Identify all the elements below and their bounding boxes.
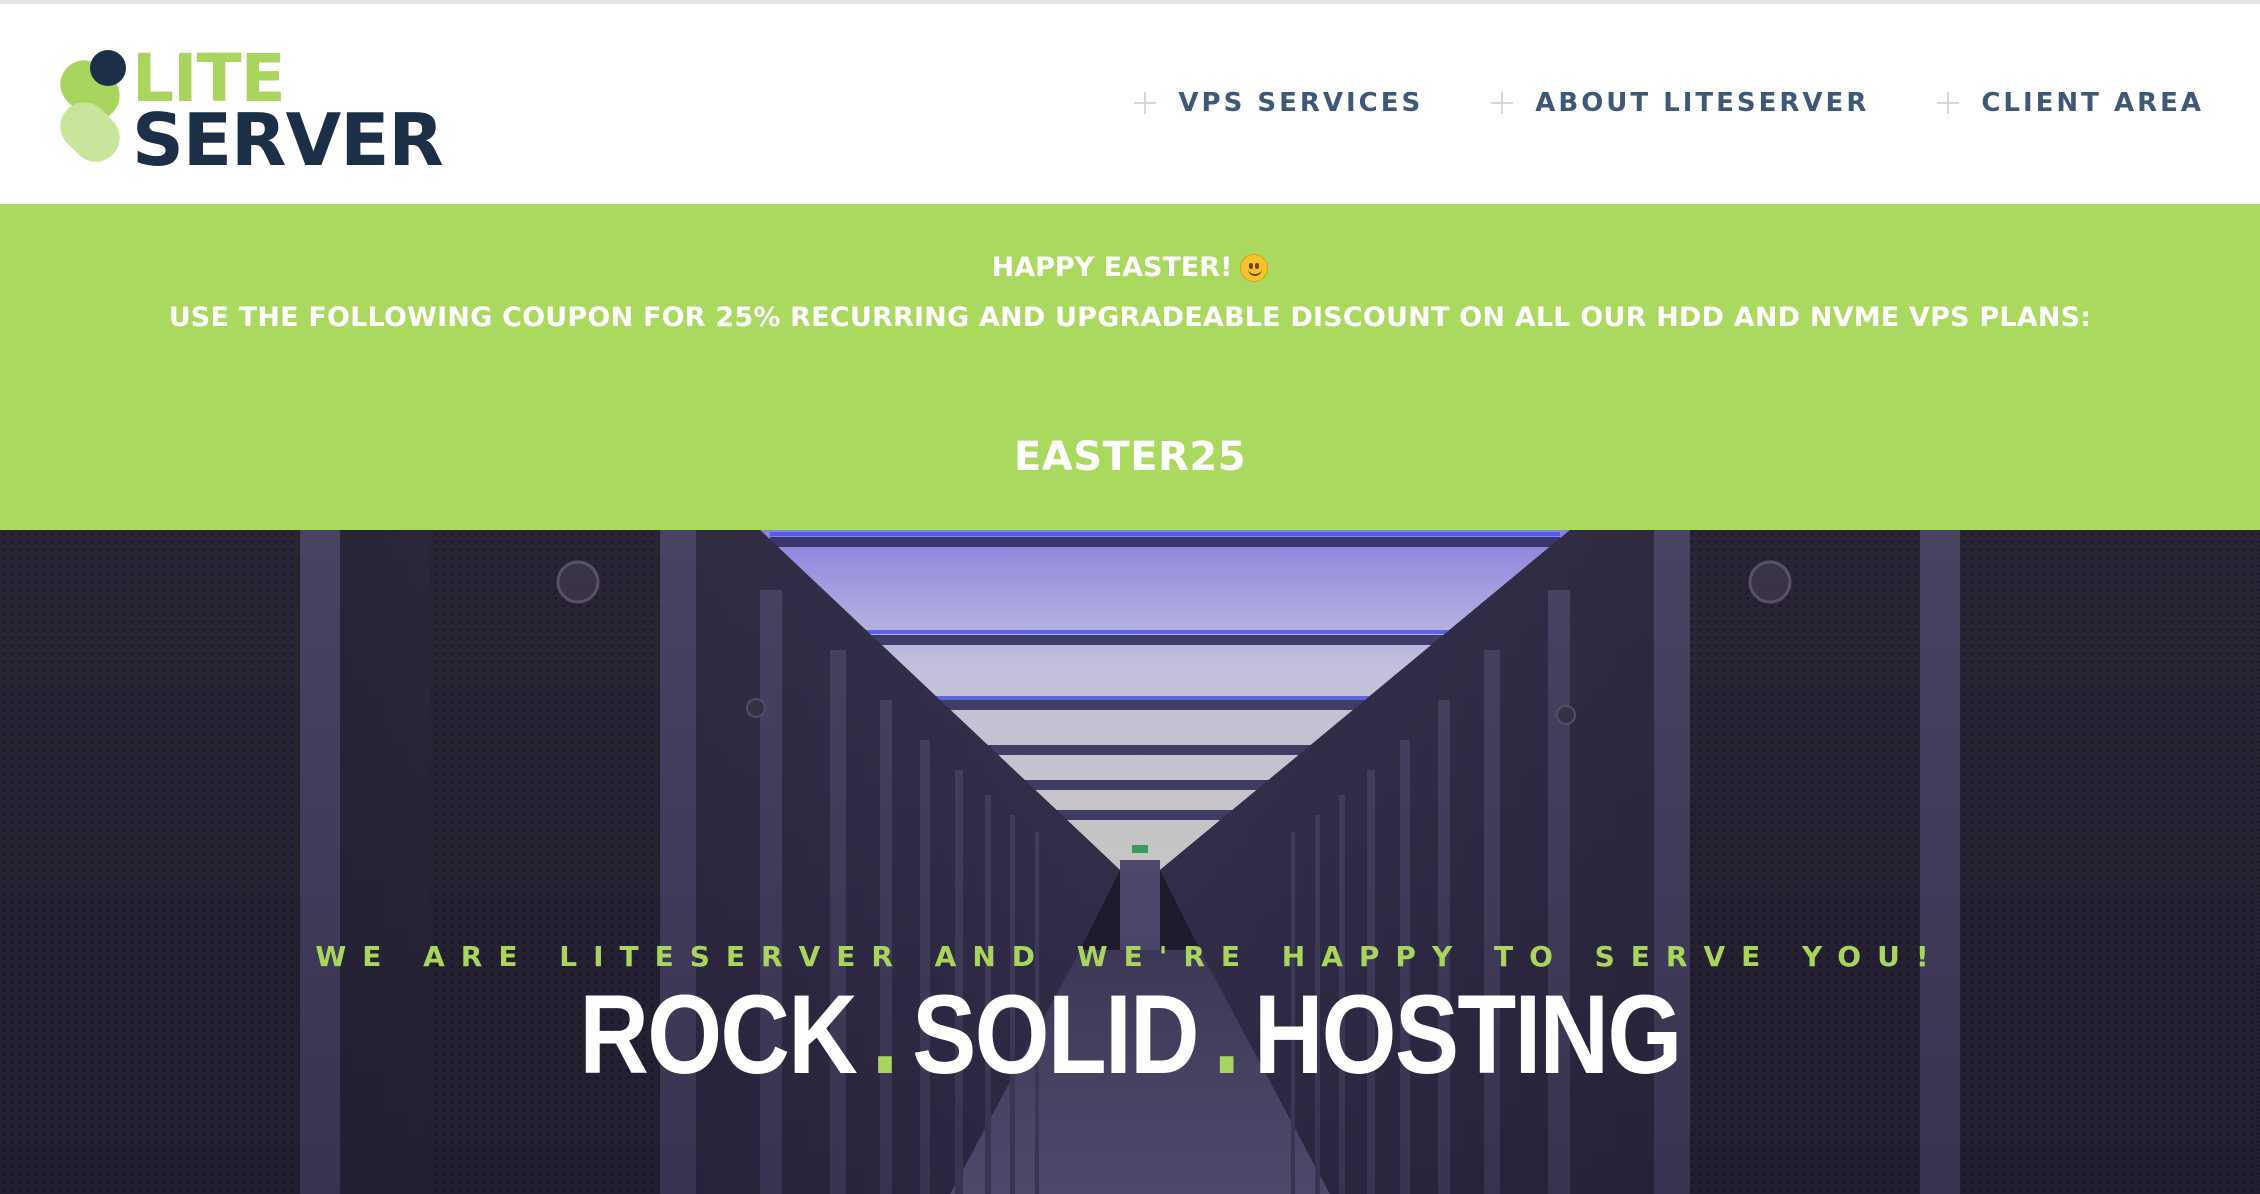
headline-word-rock: ROCK: [579, 972, 857, 1097]
hero-section: WE ARE LITESERVER AND WE'RE HAPPY TO SER…: [0, 530, 2260, 1194]
main-nav: VPS SERVICES ABOUT LITESERVER CLIENT ARE…: [1134, 88, 2204, 118]
headline-separator: .: [1213, 972, 1240, 1097]
promo-title-text: HAPPY EASTER!: [991, 252, 1233, 283]
logo-mark-icon: [60, 50, 126, 162]
headline-word-hosting: HOSTING: [1253, 972, 1682, 1097]
promo-banner: HAPPY EASTER! USE THE FOLLOWING COUPON F…: [0, 204, 2260, 530]
coupon-code: EASTER25: [1013, 434, 1247, 480]
hero-tagline: WE ARE LITESERVER AND WE'RE HAPPY TO SER…: [315, 940, 1945, 973]
promo-description: USE THE FOLLOWING COUPON FOR 25% RECURRI…: [168, 302, 2092, 333]
plus-icon: [1491, 92, 1514, 114]
nav-item-about-liteserver[interactable]: ABOUT LITESERVER: [1491, 88, 1869, 118]
headline-separator: .: [871, 972, 899, 1097]
smiley-icon: [1240, 253, 1269, 282]
plus-icon: [1134, 92, 1157, 114]
plus-icon: [1937, 92, 1960, 114]
nav-item-label: ABOUT LITESERVER: [1535, 88, 1870, 118]
hero-headline: ROCK. SOLID. HOSTING: [158, 970, 2102, 1099]
headline-word-solid: SOLID: [912, 972, 1199, 1097]
nav-item-vps-services[interactable]: VPS SERVICES: [1134, 88, 1423, 118]
nav-item-label: VPS SERVICES: [1178, 88, 1424, 118]
site-header: LITE SERVER VPS SERVICES ABOUT LITESERVE…: [0, 4, 2260, 204]
promo-title: HAPPY EASTER!: [0, 252, 2260, 283]
nav-item-label: CLIENT AREA: [1981, 88, 2204, 118]
logo-text-server: SERVER: [132, 98, 444, 182]
nav-item-client-area[interactable]: CLIENT AREA: [1937, 88, 2204, 118]
site-logo[interactable]: LITE SERVER: [56, 42, 456, 176]
